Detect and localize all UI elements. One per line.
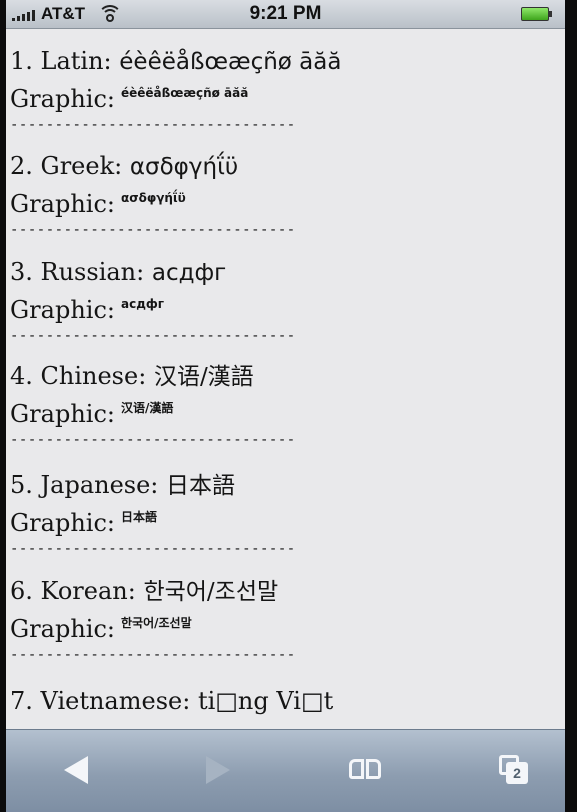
pages-button[interactable]: 2 (494, 752, 534, 788)
native-text: ti□ng Vi□t (197, 687, 334, 715)
native-text: ασδφγήΐϋ (129, 154, 239, 180)
entry-heading: 5. Japanese: 日本語 (10, 469, 296, 501)
graphic-label: Graphic: (10, 296, 115, 324)
entry-heading: 4. Chinese: 汉语/漢語 (10, 360, 296, 392)
forward-button[interactable] (198, 752, 238, 788)
list-item-korean: 6. Korean: 한국어/조선말 Graphic: 한국어/조선말 -----… (10, 575, 296, 665)
native-text: 한국어/조선말 (143, 579, 279, 605)
graphic-line: Graphic: éèêëåßœæçñø āăă (10, 77, 341, 113)
graphic-line: Graphic: 한국어/조선말 (10, 607, 296, 643)
graphic-sample-image: асдфг (120, 297, 165, 311)
status-bar: AT&T 9:21 PM (6, 0, 565, 29)
graphic-sample-image: 日本語 (120, 510, 157, 524)
language-label: 7. Vietnamese: (10, 687, 191, 715)
native-text: éèêëåßœæçñø āăă (119, 49, 342, 75)
native-text: 汉语/漢語 (153, 364, 254, 390)
list-item-greek: 2. Greek: ασδφγήΐϋ Graphic: ασδφγήΐϋ ----… (10, 150, 296, 240)
graphic-label: Graphic: (10, 615, 115, 643)
language-label: 4. Chinese: (10, 362, 147, 390)
graphic-line: Graphic: 日本語 (10, 501, 296, 537)
list-item-chinese: 4. Chinese: 汉语/漢語 Graphic: 汉语/漢語 --------… (10, 360, 296, 450)
separator: -------------------------------- (10, 541, 296, 557)
pages-icon: 2 (499, 755, 529, 785)
bookmarks-icon (349, 759, 381, 781)
pages-count: 2 (506, 762, 528, 784)
separator: -------------------------------- (10, 117, 296, 133)
entry-heading: 3. Russian: асдфг (10, 256, 296, 288)
list-item-japanese: 5. Japanese: 日本語 Graphic: 日本語 -----------… (10, 469, 296, 559)
graphic-label: Graphic: (10, 190, 115, 218)
language-label: 1. Latin: (10, 47, 112, 75)
battery-icon (521, 7, 552, 21)
entry-heading: 2. Greek: ασδφγήΐϋ (10, 150, 296, 182)
separator: -------------------------------- (10, 328, 296, 344)
back-button[interactable] (56, 752, 96, 788)
phone-screen: AT&T 9:21 PM 1. Latin: éèêëåßœæçñø āăă G… (0, 0, 577, 812)
graphic-sample-image: 한국어/조선말 (120, 616, 192, 630)
entry-heading: 6. Korean: 한국어/조선말 (10, 575, 296, 607)
graphic-label: Graphic: (10, 509, 115, 537)
separator: -------------------------------- (10, 432, 296, 448)
graphic-line: Graphic: ασδφγήΐϋ (10, 182, 296, 218)
graphic-line: Graphic: асдфг (10, 288, 296, 324)
safari-toolbar: 2 (6, 729, 565, 812)
entry-heading: 7. Vietnamese: ti□ng Vi□t (10, 685, 333, 717)
forward-arrow-icon (206, 756, 230, 784)
web-page-content[interactable]: 1. Latin: éèêëåßœæçñø āăă Graphic: éèêëåß… (6, 29, 565, 729)
separator: -------------------------------- (10, 647, 296, 663)
native-text: 日本語 (166, 473, 236, 499)
native-text: асдфг (151, 260, 227, 286)
graphic-line: Graphic: 汉语/漢語 (10, 392, 296, 428)
graphic-sample-image: éèêëåßœæçñø āăă (120, 86, 249, 100)
language-label: 3. Russian: (10, 258, 145, 286)
status-time: 9:21 PM (249, 3, 322, 24)
language-label: 6. Korean: (10, 577, 136, 605)
separator: -------------------------------- (10, 222, 296, 238)
bookmarks-button[interactable] (345, 752, 385, 788)
list-item-latin: 1. Latin: éèêëåßœæçñø āăă Graphic: éèêëåß… (10, 45, 341, 135)
list-item-russian: 3. Russian: асдфг Graphic: асдфг --------… (10, 256, 296, 346)
graphic-sample-image: ασδφγήΐϋ (120, 191, 186, 205)
language-label: 2. Greek: (10, 152, 123, 180)
graphic-label: Graphic: (10, 85, 115, 113)
list-item-vietnamese: 7. Vietnamese: ti□ng Vi□t (10, 685, 333, 717)
graphic-sample-image: 汉语/漢語 (120, 401, 174, 415)
graphic-label: Graphic: (10, 400, 115, 428)
entry-heading: 1. Latin: éèêëåßœæçñø āăă (10, 45, 341, 77)
language-label: 5. Japanese: (10, 471, 159, 499)
back-arrow-icon (64, 756, 88, 784)
